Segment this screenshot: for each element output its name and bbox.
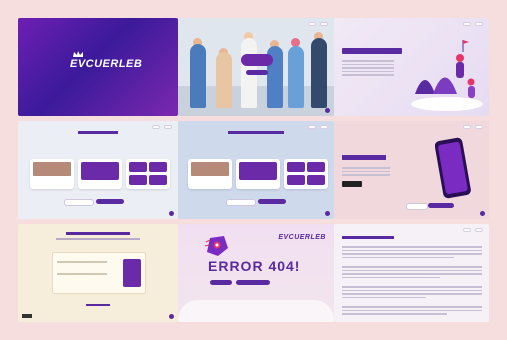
content-card[interactable] <box>126 159 170 189</box>
home-button[interactable] <box>210 280 232 285</box>
primary-button[interactable] <box>428 203 454 208</box>
hero-cta-button[interactable] <box>246 70 268 75</box>
section-heading <box>66 232 130 235</box>
content-card[interactable] <box>188 159 232 189</box>
tile-contact-form <box>18 224 178 322</box>
scroll-dot[interactable] <box>480 211 485 216</box>
content-card[interactable] <box>284 159 328 189</box>
back-button[interactable] <box>236 280 270 285</box>
person-figure <box>311 38 327 108</box>
scroll-dot[interactable] <box>169 314 174 319</box>
top-nav <box>152 125 172 129</box>
tile-mobile-app <box>334 121 489 219</box>
tile-privacy-text <box>334 224 489 322</box>
tile-brand-splash: EVCUERLEB <box>18 18 178 116</box>
top-nav <box>463 228 483 232</box>
heading-bar <box>342 155 386 160</box>
body-text-lines <box>342 244 482 317</box>
top-nav <box>308 22 328 26</box>
brand-logo: EVCUERLEB <box>278 234 326 241</box>
section-heading <box>342 236 394 239</box>
hero-logo-badge <box>241 54 273 66</box>
app-store-badge[interactable] <box>342 181 362 187</box>
person-figure <box>190 44 206 108</box>
tile-category-cards <box>18 121 178 219</box>
tile-hero-photo <box>178 18 334 116</box>
subheading <box>56 238 140 240</box>
person-figure <box>288 46 304 108</box>
license-badge <box>22 314 32 318</box>
top-nav <box>463 125 483 129</box>
heading-bar <box>342 48 402 54</box>
secondary-button[interactable] <box>64 199 94 206</box>
screenshot-board: EVCUERLEB EVCUERLEB ERROR 404! <box>18 18 489 322</box>
tile-error-404: EVCUERLEB ERROR 404! <box>178 224 334 322</box>
message-box[interactable] <box>52 252 146 294</box>
person-figure <box>216 52 232 108</box>
section-heading <box>78 131 118 134</box>
top-nav <box>463 22 483 26</box>
top-nav <box>308 125 328 129</box>
content-card[interactable] <box>30 159 74 189</box>
upload-tile[interactable] <box>123 259 141 287</box>
error-code: ERROR 404! <box>208 258 301 274</box>
primary-button[interactable] <box>96 199 124 204</box>
content-card[interactable] <box>78 159 122 189</box>
brand-logo: EVCUERLEB <box>70 58 143 70</box>
primary-button[interactable] <box>258 199 286 204</box>
tile-category-cards-alt <box>178 121 334 219</box>
crown-icon <box>73 51 83 57</box>
section-heading <box>228 131 284 134</box>
tile-sign-up <box>334 18 489 116</box>
ghost-icon <box>204 236 228 256</box>
scroll-dot[interactable] <box>169 211 174 216</box>
team-illustration <box>411 40 483 111</box>
scroll-dot[interactable] <box>325 211 330 216</box>
secondary-button[interactable] <box>406 203 428 210</box>
secondary-button[interactable] <box>226 199 256 206</box>
scroll-dot[interactable] <box>325 108 330 113</box>
phone-illustration <box>435 137 471 199</box>
content-card[interactable] <box>236 159 280 189</box>
body-text-lines <box>342 165 390 178</box>
body-text-lines <box>342 58 394 78</box>
